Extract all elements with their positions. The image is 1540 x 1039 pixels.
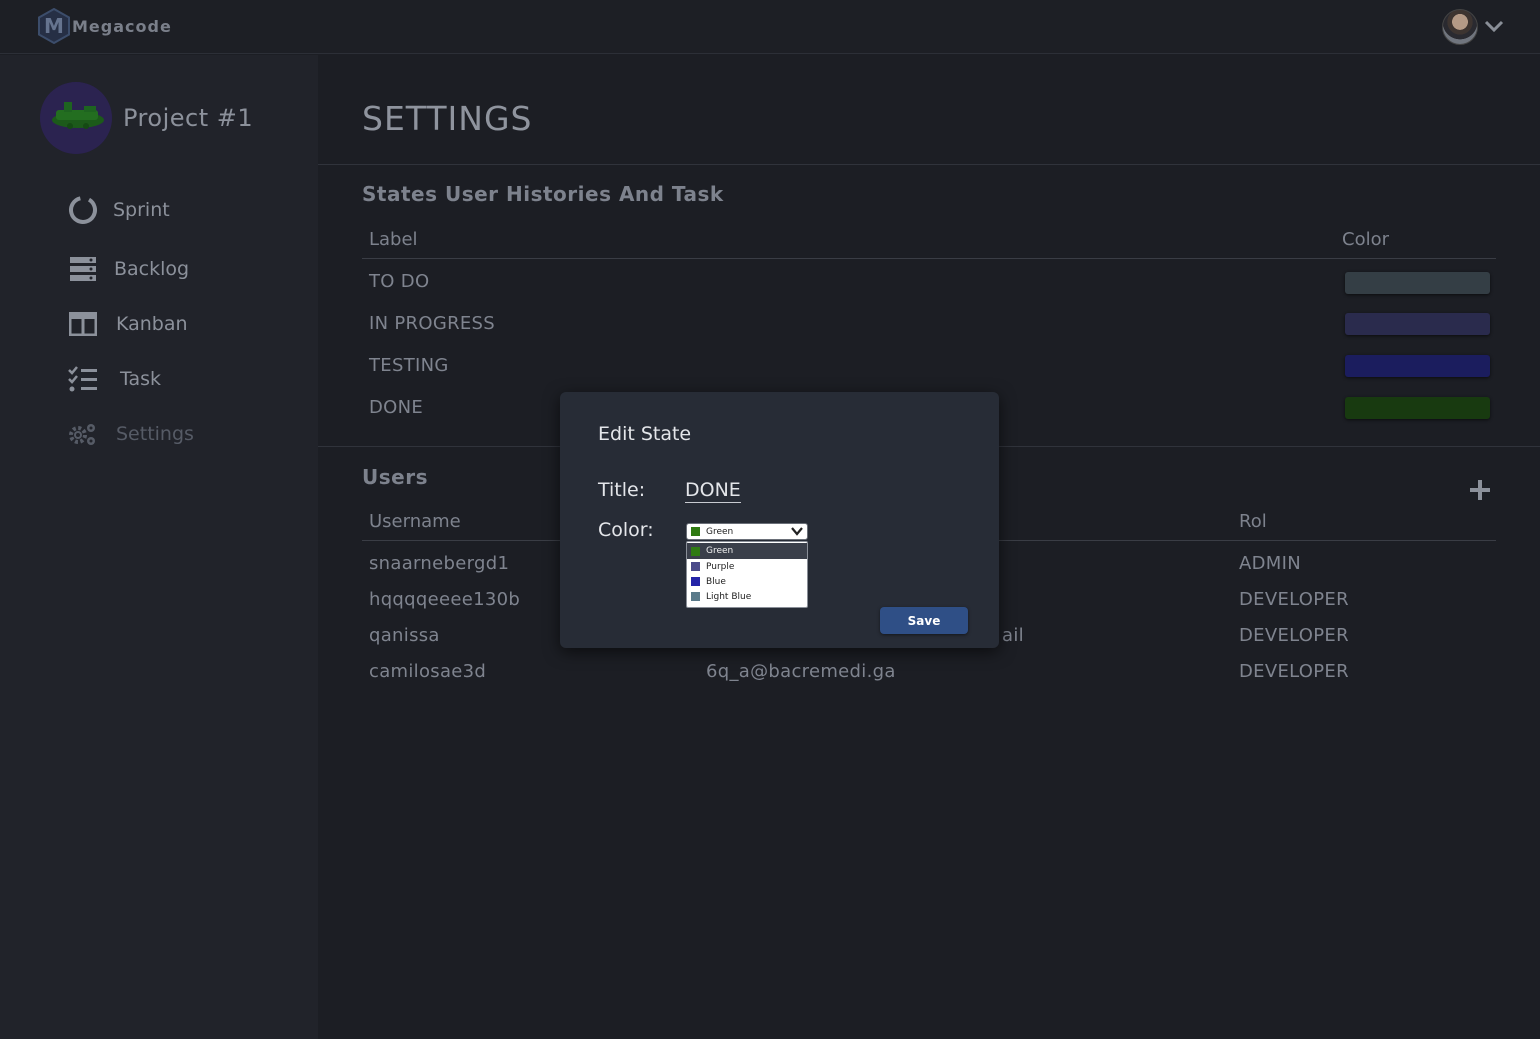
- task-icon: [68, 364, 98, 394]
- logo-mark-icon: M: [37, 8, 71, 44]
- color-square-icon: [691, 577, 700, 586]
- column-header-label: Label: [369, 229, 418, 250]
- app-logo[interactable]: M Megacode: [37, 8, 172, 44]
- column-header-rol: Rol: [1239, 511, 1267, 532]
- sidebar-item-label: Backlog: [114, 258, 190, 280]
- user-username: snaarnebergd1: [369, 553, 510, 574]
- plus-icon: [1470, 480, 1490, 500]
- edit-state-modal: Edit State Title: DONE Color: Green Gree…: [560, 392, 999, 648]
- title-label: Title:: [598, 479, 646, 501]
- state-color-swatch[interactable]: [1345, 355, 1490, 377]
- logo-letter: M: [44, 14, 64, 38]
- state-label-todo[interactable]: TO DO: [369, 271, 429, 292]
- sidebar-item-task[interactable]: Task: [68, 364, 161, 394]
- top-bar: M Megacode: [0, 0, 1540, 54]
- title-input[interactable]: DONE: [685, 479, 741, 503]
- color-square-icon: [691, 592, 700, 601]
- column-header-username: Username: [369, 511, 461, 532]
- color-square-icon: [691, 527, 700, 536]
- settings-icon: [68, 419, 98, 449]
- backlog-icon: [68, 254, 98, 284]
- state-label-in-progress[interactable]: IN PROGRESS: [369, 313, 495, 334]
- color-label: Color:: [598, 519, 654, 541]
- states-section-title: States User Histories And Task: [362, 182, 724, 206]
- sidebar-item-label: Task: [120, 368, 162, 390]
- color-select[interactable]: Green: [686, 523, 808, 540]
- app-name: Megacode: [72, 16, 172, 36]
- user-username: camilosae3d: [369, 661, 487, 682]
- sidebar-item-label: Settings: [116, 423, 194, 445]
- user-username: qanissa: [369, 625, 440, 646]
- project-logo-icon: [40, 82, 112, 154]
- user-rol: DEVELOPER: [1239, 625, 1349, 646]
- sidebar-item-sprint[interactable]: Sprint: [68, 195, 170, 225]
- color-option-blue[interactable]: Blue: [687, 574, 807, 589]
- color-square-icon: [691, 562, 700, 571]
- chevron-down-icon[interactable]: [1484, 18, 1504, 37]
- kanban-icon: [68, 309, 98, 339]
- project-header[interactable]: Project #1: [40, 82, 253, 154]
- user-username: hqqqqeeee130b: [369, 589, 521, 610]
- column-header-color: Color: [1342, 229, 1389, 250]
- sidebar: Project #1 Sprint Backlog Kanban Task Se…: [0, 55, 318, 1039]
- sidebar-item-kanban[interactable]: Kanban: [68, 309, 188, 339]
- color-square-icon: [691, 546, 700, 556]
- page-title: SETTINGS: [362, 99, 533, 138]
- modal-title: Edit State: [598, 423, 692, 445]
- color-select-value: Green: [706, 526, 734, 537]
- user-avatar[interactable]: [1442, 9, 1478, 45]
- state-color-swatch[interactable]: [1345, 272, 1490, 294]
- sprint-icon: [68, 195, 98, 225]
- color-option-green[interactable]: Green: [687, 543, 807, 559]
- state-color-swatch[interactable]: [1345, 397, 1490, 419]
- state-label-testing[interactable]: TESTING: [369, 355, 449, 376]
- user-rol: ADMIN: [1239, 553, 1301, 574]
- users-section-title: Users: [362, 465, 428, 489]
- color-option-light-blue[interactable]: Light Blue: [687, 589, 807, 604]
- user-menu[interactable]: [1442, 9, 1504, 45]
- sidebar-item-label: Sprint: [113, 199, 170, 221]
- color-dropdown: Green Purple Blue Light Blue: [686, 541, 808, 608]
- project-name: Project #1: [123, 104, 254, 132]
- user-rol: DEVELOPER: [1239, 589, 1349, 610]
- add-user-button[interactable]: [1468, 478, 1492, 506]
- user-email: ail: [1002, 625, 1024, 646]
- user-rol: DEVELOPER: [1239, 661, 1349, 682]
- table-header-divider: [362, 258, 1496, 259]
- save-button[interactable]: Save: [880, 607, 968, 634]
- chevron-down-icon: [790, 525, 804, 540]
- sidebar-item-settings[interactable]: Settings: [68, 419, 194, 449]
- sidebar-item-label: Kanban: [116, 313, 188, 335]
- state-color-swatch[interactable]: [1345, 313, 1490, 335]
- state-label-done[interactable]: DONE: [369, 397, 423, 418]
- user-email: 6q_a@bacremedi.ga: [706, 661, 896, 682]
- divider: [318, 164, 1540, 165]
- sidebar-item-backlog[interactable]: Backlog: [68, 254, 189, 284]
- color-option-purple[interactable]: Purple: [687, 559, 807, 574]
